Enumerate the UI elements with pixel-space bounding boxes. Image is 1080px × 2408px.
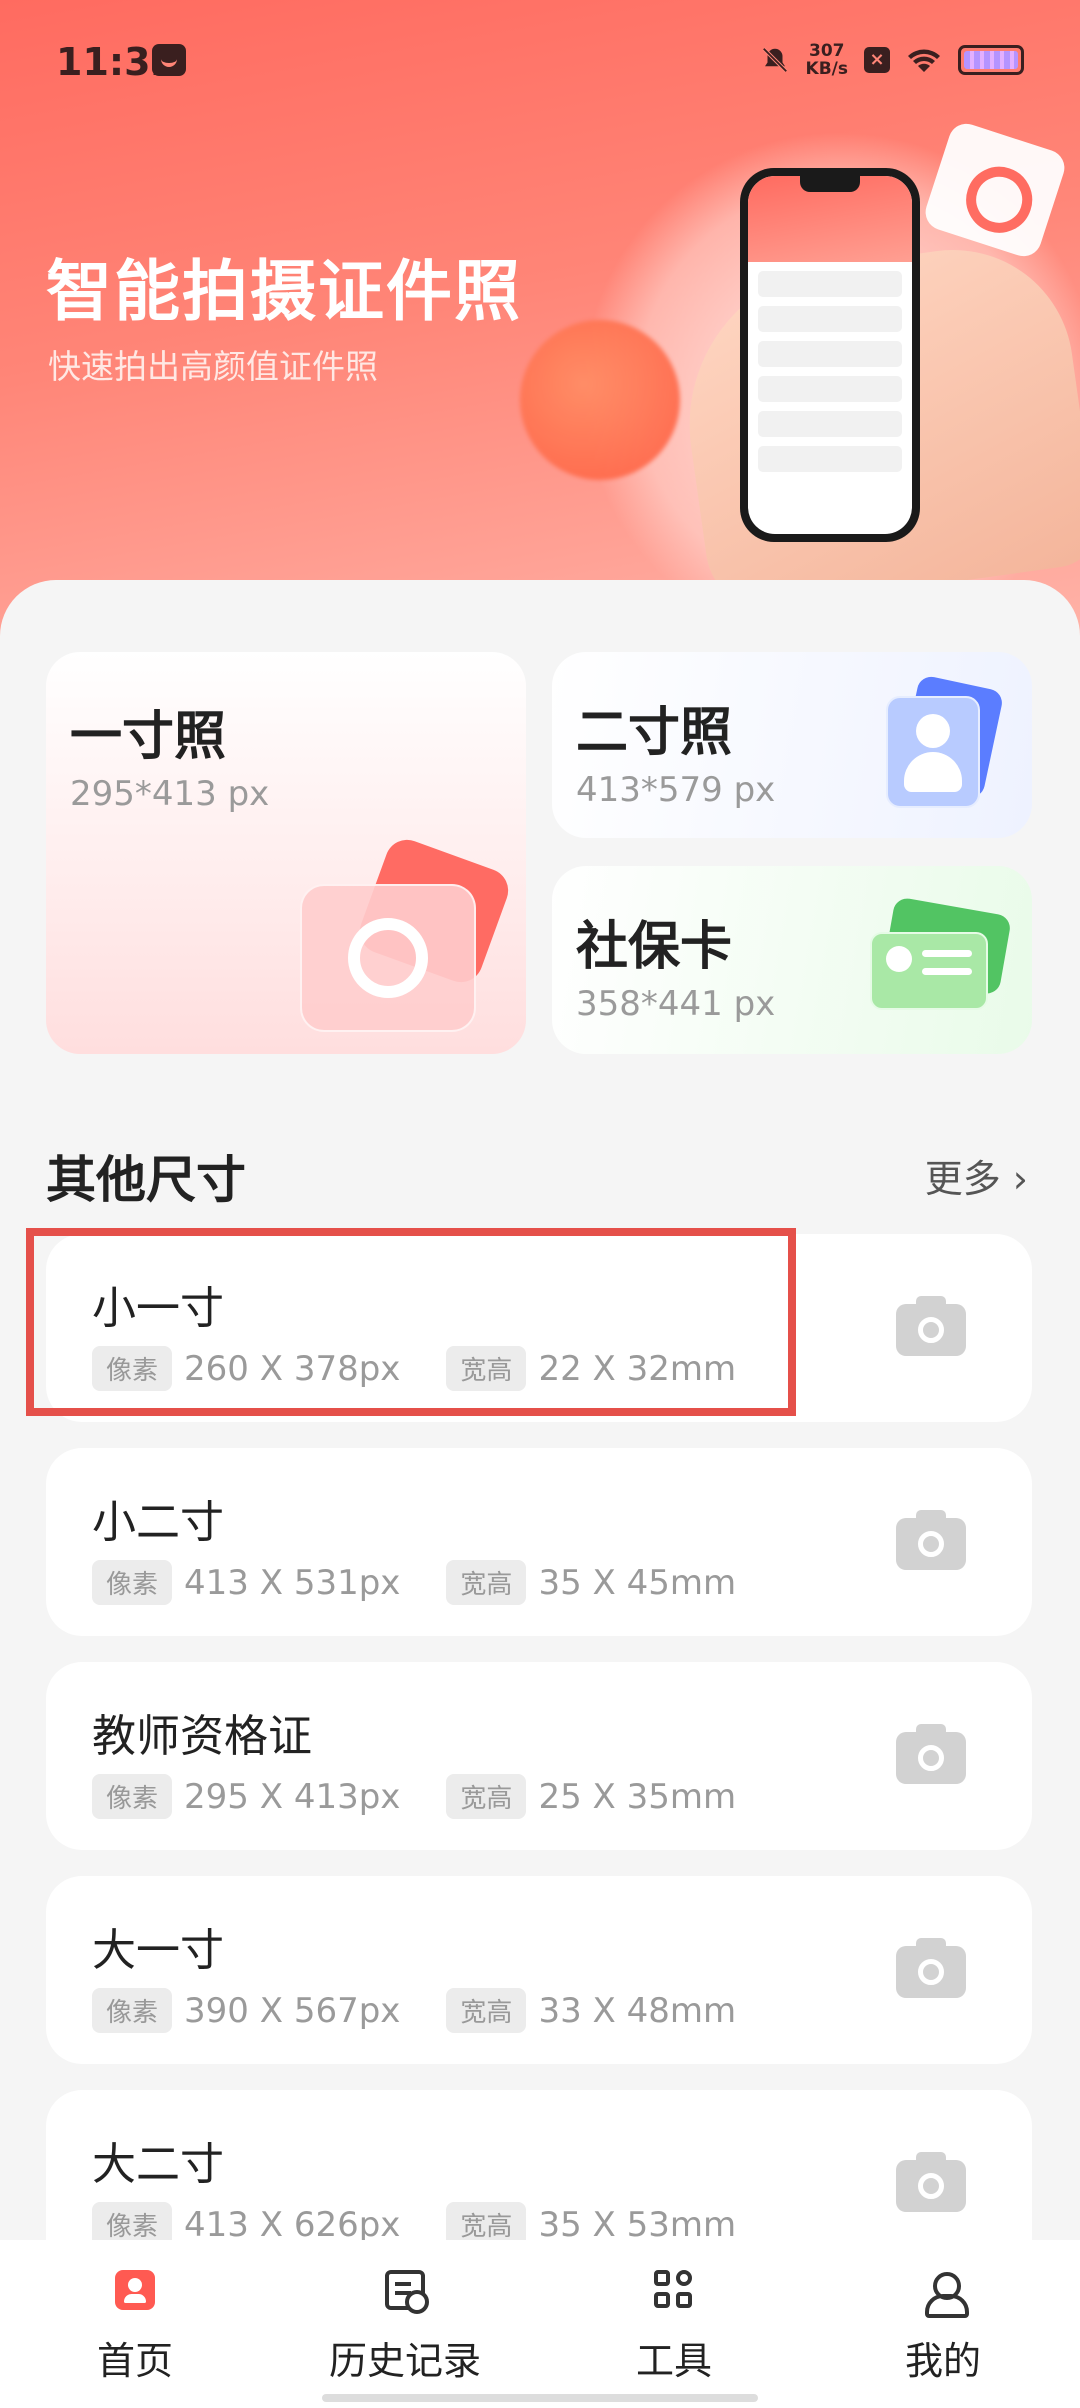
tab-label: 历史记录 — [328, 2339, 481, 2383]
pixel-tag: 像素 — [92, 1774, 173, 1819]
item-name: 小二寸 — [92, 1497, 224, 1548]
section-title: 其他尺寸 — [46, 1151, 246, 1209]
pixel-tag: 像素 — [92, 1988, 173, 2033]
no-sim-icon: × — [864, 47, 890, 73]
status-bar: 11:32 307 KB/s × — [0, 0, 1080, 130]
item-mm-size: 35 X 45mm — [538, 1562, 737, 1603]
tools-icon-square — [676, 2292, 692, 2308]
item-pixel-size: 413 X 626px — [184, 2204, 401, 2245]
list-item[interactable]: 大一寸 像素 390 X 567px 宽高 33 X 48mm — [46, 1876, 1032, 2064]
camera-icon[interactable] — [896, 1296, 966, 1356]
profile-icon — [923, 2270, 969, 2318]
system-icons: 307 KB/s × — [760, 42, 1024, 78]
hero-banner: 11:32 307 KB/s × 智能拍摄证件照 快速拍出高颜值证件照 — [0, 0, 1080, 640]
item-mm-size: 35 X 53mm — [538, 2204, 737, 2245]
list-item[interactable]: 教师资格证 像素 295 X 413px 宽高 25 X 35mm — [46, 1662, 1032, 1850]
network-speed-unit: KB/s — [805, 59, 848, 79]
camera-icon[interactable] — [896, 1510, 966, 1570]
camera-icon[interactable] — [896, 1938, 966, 1998]
bottom-tab-bar: 首页 历史记录 工具 我的 — [0, 2240, 1080, 2408]
tab-label: 我的 — [904, 2339, 981, 2383]
more-link[interactable]: 更多 › — [925, 1148, 1028, 1203]
phone-screen-row — [758, 341, 902, 367]
camera-icon-lens — [918, 2173, 944, 2199]
id-card-icon-line — [922, 950, 972, 957]
tools-icon-circle — [676, 2270, 692, 2286]
card-social-security[interactable]: 社保卡 358*441 px — [552, 866, 1032, 1054]
item-meta: 像素 413 X 531px 宽高 35 X 45mm — [92, 1560, 736, 1605]
camera-icon — [300, 833, 515, 1034]
id-card-icon-avatar — [886, 946, 912, 972]
item-pixel-size: 413 X 531px — [184, 1562, 401, 1603]
tab-profile[interactable]: 我的 — [843, 2270, 1043, 2385]
card-size: 358*441 px — [576, 984, 776, 1024]
item-name: 大一寸 — [92, 1925, 224, 1976]
network-speed: 307 KB/s — [806, 42, 848, 78]
dims-tag: 宽高 — [446, 1560, 527, 1605]
dims-tag: 宽高 — [446, 1774, 527, 1819]
item-pixel-size: 295 X 413px — [184, 1776, 401, 1817]
selection-highlight — [26, 1228, 796, 1416]
network-speed-value: 307 — [809, 41, 845, 61]
id-photo-icon — [882, 674, 1005, 812]
dims-tag: 宽高 — [446, 1988, 527, 2033]
item-name: 大二寸 — [92, 2139, 224, 2190]
phone-screen-row — [758, 446, 902, 472]
bell-muted-icon — [761, 47, 788, 73]
card-title: 二寸照 — [576, 703, 733, 763]
card-title: 一寸照 — [70, 707, 227, 767]
item-mm-size: 25 X 35mm — [538, 1776, 737, 1817]
phone-screen-row — [758, 306, 902, 332]
tab-home[interactable]: 首页 — [35, 2270, 235, 2385]
battery-icon — [958, 45, 1024, 75]
card-title: 社保卡 — [576, 917, 733, 977]
item-mm-size: 33 X 48mm — [538, 1990, 737, 2031]
id-card-icon-line — [922, 968, 972, 975]
camera-icon-lens — [918, 1531, 944, 1557]
id-card-icon — [870, 896, 1013, 1016]
camera-icon-lens — [348, 918, 428, 998]
phone-notch — [800, 176, 860, 192]
item-pixel-size: 390 X 567px — [184, 1990, 401, 2031]
camera-icon[interactable] — [896, 1724, 966, 1784]
tab-tools[interactable]: 工具 — [574, 2270, 774, 2385]
wifi-icon — [908, 49, 940, 72]
tab-label: 工具 — [635, 2339, 712, 2383]
phone-screen-row — [758, 411, 902, 437]
phone-screen — [748, 176, 912, 534]
hero-orb-decoration — [520, 320, 680, 480]
item-meta: 像素 295 X 413px 宽高 25 X 35mm — [92, 1774, 736, 1819]
pixel-tag: 像素 — [92, 1560, 173, 1605]
message-app-icon — [152, 44, 186, 76]
card-size: 295*413 px — [70, 774, 270, 814]
phone-screen-row — [758, 376, 902, 402]
home-icon — [115, 2270, 155, 2310]
phone-screen-row — [758, 271, 902, 297]
tools-icon — [654, 2270, 694, 2310]
id-photo-icon-head — [916, 714, 950, 748]
camera-icon-lens — [918, 1317, 944, 1343]
tools-icon-square — [654, 2292, 670, 2308]
hero-title: 智能拍摄证件照 — [46, 253, 522, 330]
camera-icon[interactable] — [896, 2152, 966, 2212]
battery-level — [964, 51, 1018, 69]
hero-subtitle: 快速拍出高颜值证件照 — [48, 347, 378, 386]
tools-icon-square — [654, 2270, 670, 2286]
phone-illustration — [740, 168, 920, 542]
card-one-inch[interactable]: 一寸照 295*413 px — [46, 652, 526, 1054]
list-item[interactable]: 小二寸 像素 413 X 531px 宽高 35 X 45mm — [46, 1448, 1032, 1636]
home-indicator[interactable] — [322, 2394, 758, 2402]
card-size: 413*579 px — [576, 770, 776, 810]
item-name: 教师资格证 — [92, 1711, 312, 1762]
history-icon — [385, 2270, 429, 2314]
card-two-inch[interactable]: 二寸照 413*579 px — [552, 652, 1032, 838]
camera-icon-lens — [918, 1745, 944, 1771]
item-meta: 像素 390 X 567px 宽高 33 X 48mm — [92, 1988, 736, 2033]
tab-label: 首页 — [96, 2339, 173, 2383]
camera-icon-lens — [918, 1959, 944, 1985]
tab-history[interactable]: 历史记录 — [305, 2270, 505, 2385]
